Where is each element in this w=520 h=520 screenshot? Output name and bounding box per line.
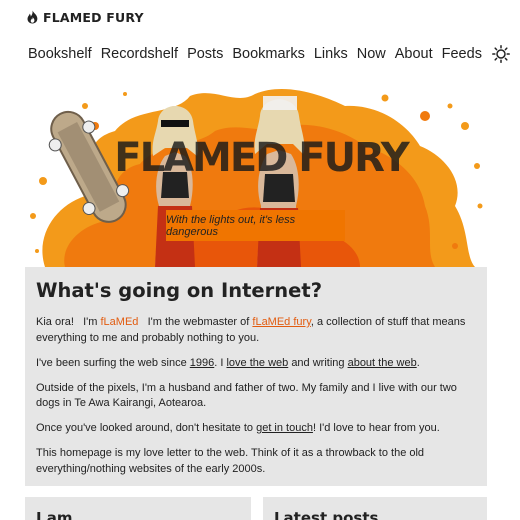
latest-posts-title: Latest posts bbox=[274, 509, 379, 520]
nav-link-bookshelf[interactable]: Bookshelf bbox=[28, 46, 92, 62]
greeting-text: Kia ora! bbox=[36, 316, 74, 328]
i-am-card: I am bbox=[25, 497, 251, 520]
main-nav: Bookshelf Recordshelf Posts Bookmarks Li… bbox=[28, 44, 510, 64]
im-text: I'm bbox=[83, 316, 98, 328]
nav-link-feeds[interactable]: Feeds bbox=[442, 46, 482, 62]
author-name: fLaMEd bbox=[100, 316, 139, 328]
surfing-mid-text: . I bbox=[214, 356, 224, 369]
site-link[interactable]: fLaMEd fury bbox=[252, 316, 311, 328]
contact-end-text: ! I'd love to hear from you. bbox=[312, 422, 440, 434]
intro-paragraph-2: I've been surfing the web since 1996. I … bbox=[36, 356, 477, 372]
contact-link[interactable]: get in touch bbox=[256, 422, 313, 434]
site-title[interactable]: FLAMED FURY bbox=[43, 10, 144, 25]
nav-link-bookmarks[interactable]: Bookmarks bbox=[232, 46, 305, 62]
about-the-web-link[interactable]: about the web bbox=[348, 357, 417, 369]
intro-panel: What's going on Internet? Kia ora! I'm f… bbox=[25, 267, 487, 486]
latest-posts-card: Latest posts bbox=[263, 497, 487, 520]
surfing-end-text: . bbox=[416, 356, 420, 369]
contact-start-text: Once you've looked around, don't hesitat… bbox=[36, 422, 254, 434]
intro-middle-text: I'm the webmaster of bbox=[147, 316, 250, 328]
intro-paragraph-3: Outside of the pixels, I'm a husband and… bbox=[36, 381, 457, 410]
nav-link-recordshelf[interactable]: Recordshelf bbox=[101, 46, 178, 62]
year-link[interactable]: 1996 bbox=[190, 357, 214, 369]
page-title: What's going on Internet? bbox=[36, 279, 323, 302]
intro-paragraph-1: Kia ora! I'm fLaMEd I'm the webmaster of… bbox=[36, 315, 477, 346]
nav-link-now[interactable]: Now bbox=[357, 46, 386, 62]
site-header: FLAMED FURY bbox=[26, 8, 144, 26]
love-the-web-link[interactable]: love the web bbox=[226, 357, 288, 369]
hero-banner-text: FLAMED FURY bbox=[114, 135, 410, 181]
i-am-title: I am bbox=[36, 509, 73, 520]
hero-banner: FLAMED FURY With the lights out, it's le… bbox=[25, 86, 487, 267]
hero-tagline: With the lights out, it's less dangerous bbox=[166, 210, 345, 241]
and-writing-text: and writing bbox=[291, 356, 345, 369]
intro-paragraph-4: Once you've looked around, don't hesitat… bbox=[36, 421, 477, 437]
intro-paragraph-5: This homepage is my love letter to the w… bbox=[36, 447, 425, 475]
surfing-text: I've been surfing the web since bbox=[36, 356, 187, 369]
nav-link-about[interactable]: About bbox=[395, 46, 433, 62]
nav-link-links[interactable]: Links bbox=[314, 46, 348, 62]
nav-link-posts[interactable]: Posts bbox=[187, 46, 223, 62]
flame-icon[interactable] bbox=[26, 10, 39, 24]
sun-icon[interactable] bbox=[492, 45, 510, 63]
